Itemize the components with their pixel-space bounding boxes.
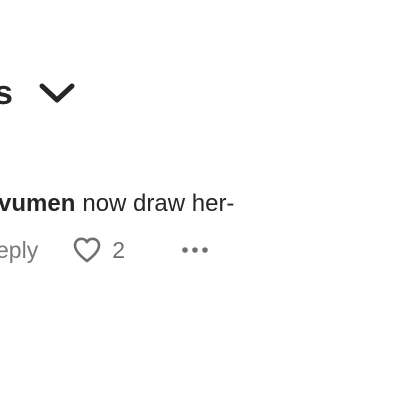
reply-button[interactable]: eply xyxy=(0,238,38,262)
heart-outline-icon[interactable] xyxy=(70,233,104,267)
comments-page: s vumen now draw her- eply 2 xyxy=(0,0,400,400)
comment-actions: eply 2 xyxy=(0,230,215,270)
comment-item: vumen now draw her- xyxy=(0,186,400,222)
chevron-down-icon[interactable] xyxy=(35,71,79,115)
like-count: 2 xyxy=(112,236,125,263)
like-group: 2 xyxy=(70,233,125,267)
header-title: s xyxy=(0,74,14,112)
comment-body: vumen now draw her- xyxy=(0,186,400,222)
more-options-icon[interactable] xyxy=(175,233,215,267)
comment-text: now draw her- xyxy=(82,190,235,217)
heart-outline-icon-svg xyxy=(73,237,101,263)
comment-username[interactable]: vumen xyxy=(0,190,75,217)
more-options-icon-svg xyxy=(182,247,208,253)
chevron-down-icon-svg xyxy=(39,83,75,103)
comments-header: s xyxy=(0,68,79,118)
